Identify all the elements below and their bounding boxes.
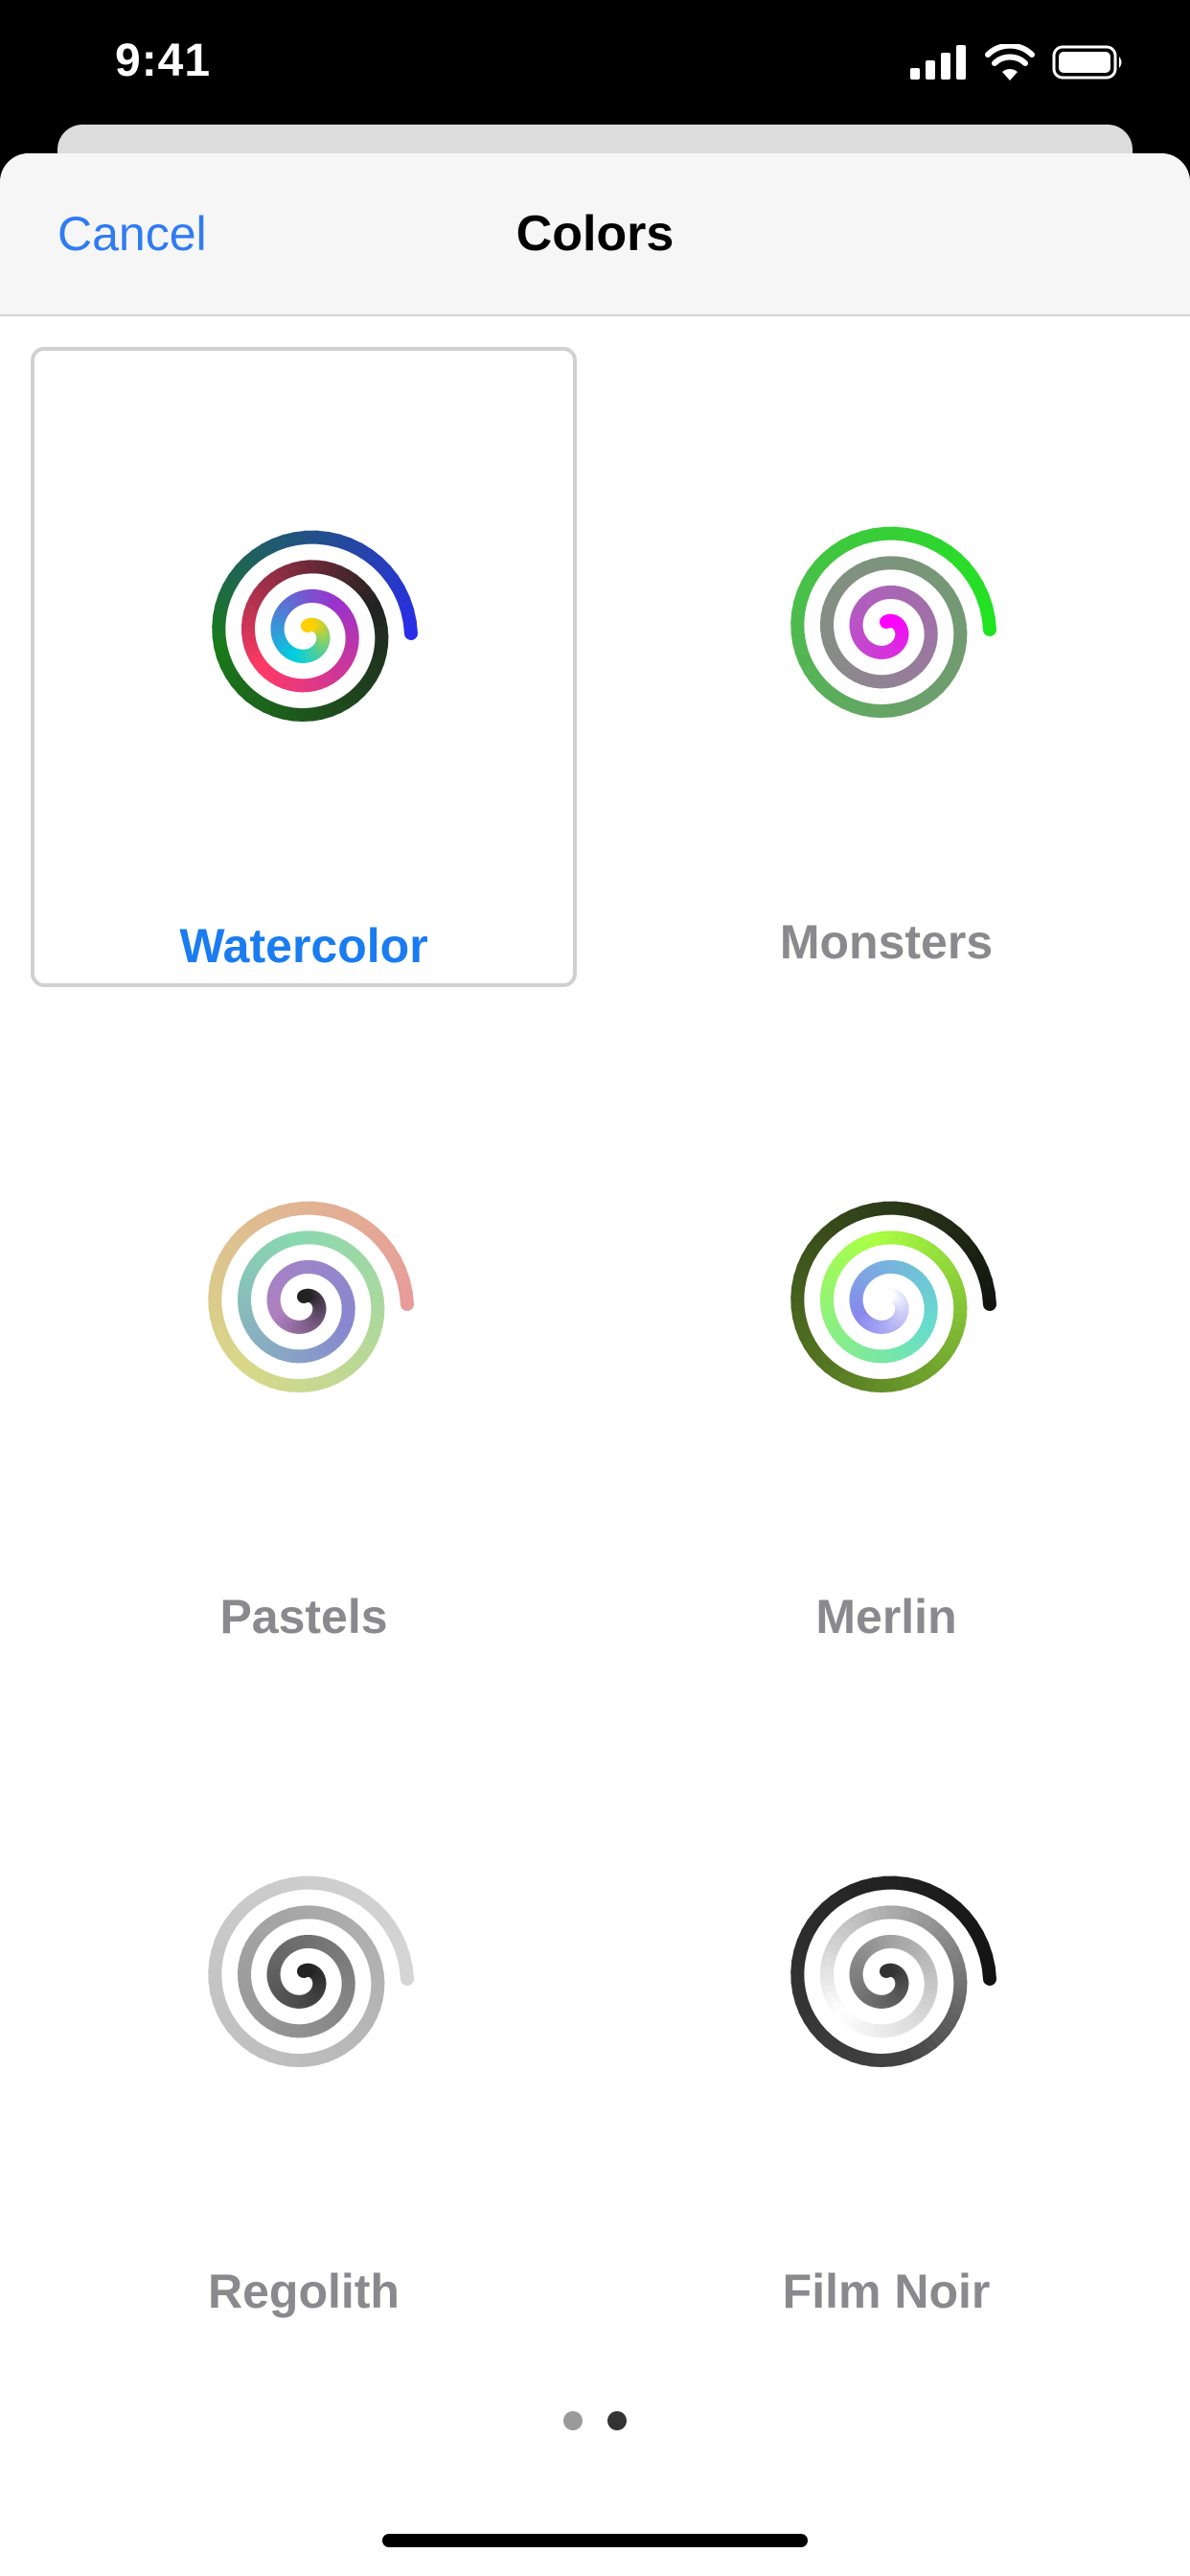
film-noir-spiral-icon <box>790 1875 996 2068</box>
palette-tile-merlin[interactable]: Merlin <box>613 1022 1159 1662</box>
palette-label: Watercolor <box>179 919 428 973</box>
palette-tile-regolith[interactable]: Regolith <box>31 1696 577 2336</box>
palette-tile-pastels[interactable]: Pastels <box>31 1022 577 1662</box>
navigation-bar: Cancel Colors <box>0 153 1190 316</box>
merlin-spiral-icon <box>790 1201 996 1393</box>
spiral-segment <box>297 1964 311 1978</box>
spiral-segment <box>880 1964 894 1978</box>
cellular-signal-icon <box>910 45 966 80</box>
palette-tile-monsters[interactable]: Monsters <box>613 347 1159 987</box>
page-dot-2[interactable] <box>607 2411 627 2430</box>
page-indicator <box>0 2411 1190 2430</box>
palette-label: Film Noir <box>782 2265 991 2318</box>
page-dot-1[interactable] <box>563 2411 583 2430</box>
watercolor-spiral-icon <box>212 530 418 723</box>
spiral-segment <box>880 1289 894 1303</box>
spiral-segment <box>880 614 894 629</box>
spiral-segment <box>301 618 315 632</box>
palette-tile-watercolor[interactable]: Watercolor <box>31 347 577 987</box>
home-indicator[interactable] <box>382 2534 808 2547</box>
palette-tile-film-noir[interactable]: Film Noir <box>613 1696 1159 2336</box>
status-bar: 9:41 <box>0 0 1190 134</box>
palette-label: Pastels <box>219 1590 388 1644</box>
palette-label: Merlin <box>815 1590 957 1644</box>
palette-label: Monsters <box>779 915 994 969</box>
colors-sheet: Cancel Colors Watercolor Monsters Pastel… <box>0 153 1190 2576</box>
cancel-button[interactable]: Cancel <box>57 206 207 262</box>
wifi-icon <box>985 44 1035 80</box>
pastels-spiral-icon <box>208 1201 414 1393</box>
monsters-spiral-icon <box>790 526 996 719</box>
status-icons <box>910 44 1125 80</box>
status-time: 9:41 <box>115 35 212 86</box>
battery-icon <box>1052 45 1122 80</box>
regolith-spiral-icon <box>208 1875 414 2068</box>
palette-label: Regolith <box>208 2265 400 2318</box>
spiral-segment <box>297 1289 311 1303</box>
